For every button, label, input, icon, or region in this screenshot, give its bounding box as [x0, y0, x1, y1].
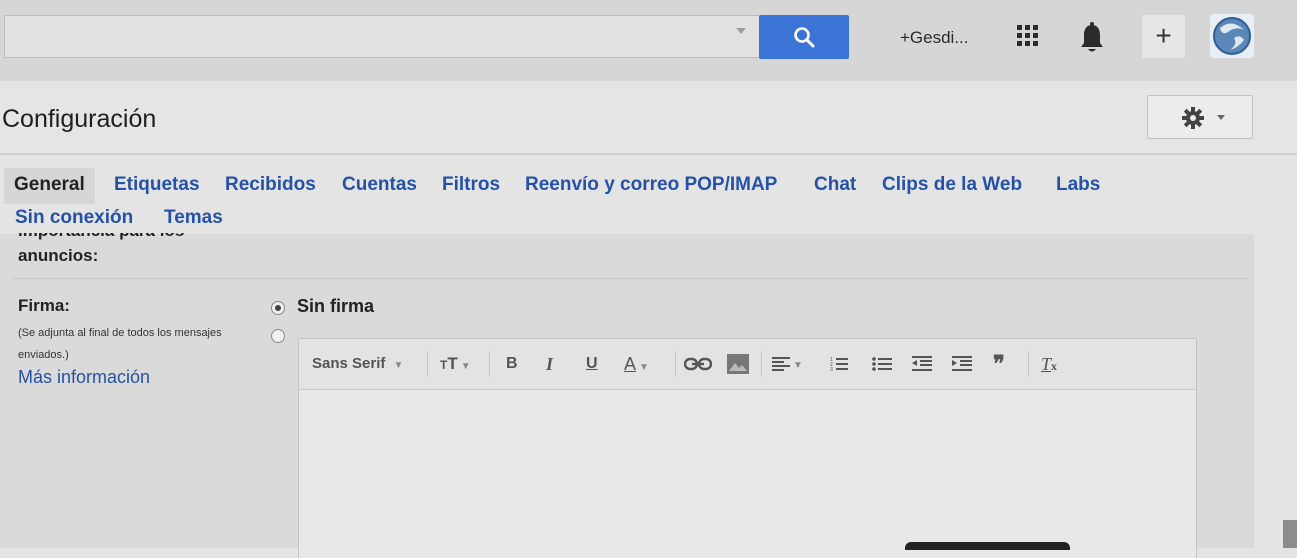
- no-signature-label: Sin firma: [297, 296, 375, 316]
- signature-help-text: (Se adjunta al final de todos los mensaj…: [18, 327, 222, 361]
- signature-radio[interactable]: [271, 329, 285, 343]
- formatting-toolbar: Sans Serif ▼ TT ▼ B I U A ▼ ▼ 1 2 3 ❞ Tx: [299, 339, 1196, 390]
- plus-icon: +: [1155, 20, 1172, 51]
- search-icon: [794, 27, 815, 48]
- gear-icon: [1182, 107, 1204, 129]
- tab-etiquetas[interactable]: Etiquetas: [114, 174, 200, 196]
- signature-label: Firma:: [18, 296, 70, 315]
- numbered-list-icon[interactable]: 1 2 3: [830, 339, 848, 389]
- link-icon[interactable]: [683, 339, 713, 389]
- divider: [12, 278, 1247, 279]
- share-plus-button[interactable]: +: [1142, 15, 1185, 58]
- search-options-caret-icon[interactable]: [736, 28, 746, 34]
- remove-formatting-icon[interactable]: Tx: [1041, 339, 1057, 389]
- apps-icon[interactable]: [1017, 25, 1039, 47]
- tab-sin-conexion[interactable]: Sin conexión: [15, 207, 133, 229]
- image-icon[interactable]: [727, 339, 749, 389]
- scrollbar-thumb[interactable]: [1283, 520, 1297, 548]
- notification-popup-edge: [905, 542, 1070, 550]
- setting-label-anuncios: anuncios:: [18, 246, 99, 265]
- align-icon[interactable]: ▼: [772, 339, 803, 389]
- toolbar-separator: [761, 351, 762, 377]
- underline-icon[interactable]: U: [586, 339, 598, 389]
- avatar[interactable]: [1210, 14, 1254, 58]
- more-info-link[interactable]: Más información: [18, 367, 150, 388]
- settings-menu-button[interactable]: [1147, 95, 1253, 139]
- settings-header: Configuración: [0, 81, 1297, 155]
- tab-filtros[interactable]: Filtros: [442, 174, 500, 196]
- no-signature-radio[interactable]: [271, 301, 285, 315]
- signature-editor: Sans Serif ▼ TT ▼ B I U A ▼ ▼ 1 2 3 ❞ Tx: [298, 338, 1197, 558]
- tab-cuentas[interactable]: Cuentas: [342, 174, 417, 196]
- toolbar-separator: [675, 351, 676, 377]
- toolbar-separator: [1028, 351, 1029, 377]
- tab-temas[interactable]: Temas: [164, 207, 223, 229]
- bold-icon[interactable]: B: [506, 339, 518, 389]
- toolbar-separator: [489, 351, 490, 377]
- bell-icon[interactable]: [1078, 22, 1106, 54]
- tab-clips-web[interactable]: Clips de la Web: [882, 174, 1022, 196]
- settings-panel: importancia para los anuncios: Firma: (S…: [0, 233, 1254, 558]
- indent-less-icon[interactable]: [912, 339, 932, 389]
- tab-recibidos[interactable]: Recibidos: [225, 174, 316, 196]
- tab-general[interactable]: General: [4, 168, 95, 204]
- italic-icon[interactable]: I: [546, 339, 553, 389]
- text-color-icon[interactable]: A ▼: [624, 339, 649, 389]
- toolbar-separator: [427, 351, 428, 377]
- font-family-select[interactable]: Sans Serif ▼: [312, 339, 403, 389]
- chevron-down-icon: ▼: [393, 360, 404, 371]
- search-button[interactable]: [759, 15, 849, 59]
- quote-icon[interactable]: ❞: [993, 339, 1005, 389]
- indent-more-icon[interactable]: [952, 339, 972, 389]
- tab-chat[interactable]: Chat: [814, 174, 856, 196]
- search-input[interactable]: [4, 15, 760, 58]
- tab-reenvio-pop-imap[interactable]: Reenvío y correo POP/IMAP: [525, 174, 777, 196]
- signature-text-area[interactable]: [299, 390, 1196, 558]
- tab-labs[interactable]: Labs: [1056, 174, 1100, 196]
- top-bar: +Gesdi... +: [0, 0, 1297, 81]
- settings-tabs: General Etiquetas Recibidos Cuentas Filt…: [0, 166, 1297, 234]
- google-plus-profile-link[interactable]: +Gesdi...: [900, 28, 969, 48]
- bulleted-list-icon[interactable]: [872, 339, 892, 389]
- page-title: Configuración: [2, 105, 157, 133]
- chevron-down-icon: [1217, 115, 1225, 120]
- font-size-icon[interactable]: TT ▼: [440, 339, 471, 389]
- svg-text:3: 3: [830, 367, 833, 372]
